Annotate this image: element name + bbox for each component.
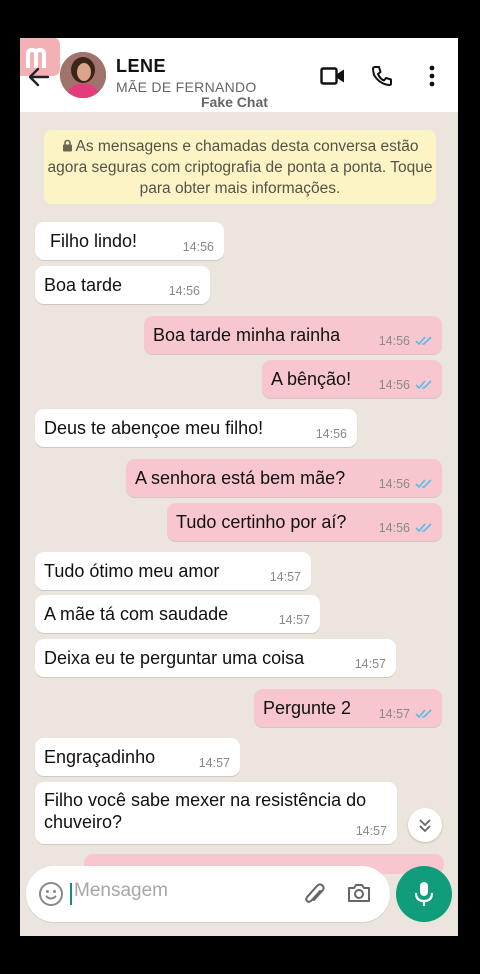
message-bubble[interactable]: Boa tarde minha rainha 14:56 bbox=[144, 316, 442, 354]
scroll-to-bottom-button[interactable] bbox=[408, 808, 442, 842]
message-bubble[interactable]: A mãe tá com saudade 14:57 bbox=[35, 595, 320, 633]
text-caret bbox=[70, 883, 72, 905]
message-bubble[interactable]: Deus te abençoe meu filho! 14:56 bbox=[35, 409, 357, 447]
message-time: 14:56 bbox=[378, 334, 410, 348]
message-time: 14:57 bbox=[198, 756, 230, 770]
message-bubble[interactable]: Pergunte 2 14:57 bbox=[254, 689, 442, 727]
message-text: Boa tarde bbox=[44, 275, 123, 295]
message-time: 14:57 bbox=[278, 613, 310, 627]
message-text: Deixa eu te perguntar uma coisa bbox=[44, 648, 305, 668]
read-ticks-icon bbox=[415, 523, 432, 533]
message-text: Filho você sabe mexer na resistência do … bbox=[44, 790, 367, 832]
message-text: Tudo certinho por aí? bbox=[176, 512, 347, 532]
voice-record-button[interactable] bbox=[396, 866, 452, 922]
double-chevron-down-icon bbox=[419, 819, 431, 833]
message-bubble[interactable]: A senhora está bem mãe? 14:56 bbox=[126, 459, 442, 497]
message-time: 14:56 bbox=[315, 427, 347, 441]
read-ticks-icon bbox=[415, 709, 432, 719]
message-bubble[interactable]: Deixa eu te perguntar uma coisa 14:57 bbox=[35, 639, 396, 677]
chat-header: LENE MÃE DE FERNANDO Fake Chat bbox=[20, 38, 458, 112]
read-ticks-icon bbox=[415, 380, 432, 390]
contact-name[interactable]: LENE bbox=[116, 56, 166, 77]
contact-subtitle[interactable]: MÃE DE FERNANDO bbox=[116, 79, 257, 95]
lock-icon bbox=[62, 139, 72, 152]
message-text: A mãe tá com saudade bbox=[44, 604, 229, 624]
message-text: Deus te abençoe meu filho! bbox=[44, 418, 264, 438]
microphone-icon bbox=[414, 882, 434, 906]
message-time: 14:56 bbox=[182, 240, 214, 254]
back-arrow-icon[interactable] bbox=[26, 64, 52, 90]
message-text: Tudo ótimo meu amor bbox=[44, 561, 220, 581]
camera-icon[interactable] bbox=[346, 881, 372, 905]
voice-call-icon[interactable] bbox=[370, 64, 394, 88]
read-ticks-icon bbox=[415, 336, 432, 346]
chat-screen: LENE MÃE DE FERNANDO Fake Chat As mensag… bbox=[20, 38, 458, 936]
video-call-icon[interactable] bbox=[320, 64, 346, 88]
message-text: Filho lindo! bbox=[50, 231, 138, 251]
message-time: 14:56 bbox=[378, 378, 410, 392]
encryption-notice-text: As mensagens e chamadas desta conversa e… bbox=[47, 138, 433, 197]
message-time: 14:56 bbox=[168, 284, 200, 298]
message-text: Boa tarde minha rainha bbox=[153, 325, 341, 345]
message-text: Pergunte 2 bbox=[263, 698, 352, 718]
message-text: Engraçadinho bbox=[44, 747, 156, 767]
message-time: 14:56 bbox=[378, 521, 410, 535]
message-time: 14:57 bbox=[355, 824, 387, 838]
message-bubble[interactable]: Filho lindo! 14:56 bbox=[35, 222, 224, 260]
message-bubble[interactable]: Filho você sabe mexer na resistência do … bbox=[35, 782, 397, 844]
attach-clip-icon[interactable] bbox=[302, 880, 328, 908]
message-bubble[interactable]: A bênção! 14:56 bbox=[262, 360, 442, 398]
message-time: 14:57 bbox=[378, 707, 410, 721]
message-time: 14:56 bbox=[378, 477, 410, 491]
fake-chat-watermark: Fake Chat bbox=[201, 94, 268, 110]
message-time: 14:57 bbox=[269, 570, 301, 584]
more-options-icon[interactable] bbox=[426, 64, 438, 88]
message-bubble[interactable]: Engraçadinho 14:57 bbox=[35, 738, 240, 776]
message-time: 14:57 bbox=[354, 657, 386, 671]
message-bubble[interactable]: Boa tarde 14:56 bbox=[35, 266, 210, 304]
read-ticks-icon bbox=[415, 479, 432, 489]
message-text: A bênção! bbox=[271, 369, 352, 389]
message-bubble[interactable]: Tudo certinho por aí? 14:56 bbox=[167, 503, 442, 541]
message-composer bbox=[26, 866, 390, 922]
contact-avatar[interactable] bbox=[60, 52, 106, 98]
message-text: A senhora está bem mãe? bbox=[135, 468, 346, 488]
emoji-icon[interactable] bbox=[38, 881, 64, 907]
message-input[interactable] bbox=[74, 880, 294, 902]
message-bubble[interactable]: Tudo ótimo meu amor 14:57 bbox=[35, 552, 311, 590]
encryption-notice[interactable]: As mensagens e chamadas desta conversa e… bbox=[44, 130, 436, 204]
